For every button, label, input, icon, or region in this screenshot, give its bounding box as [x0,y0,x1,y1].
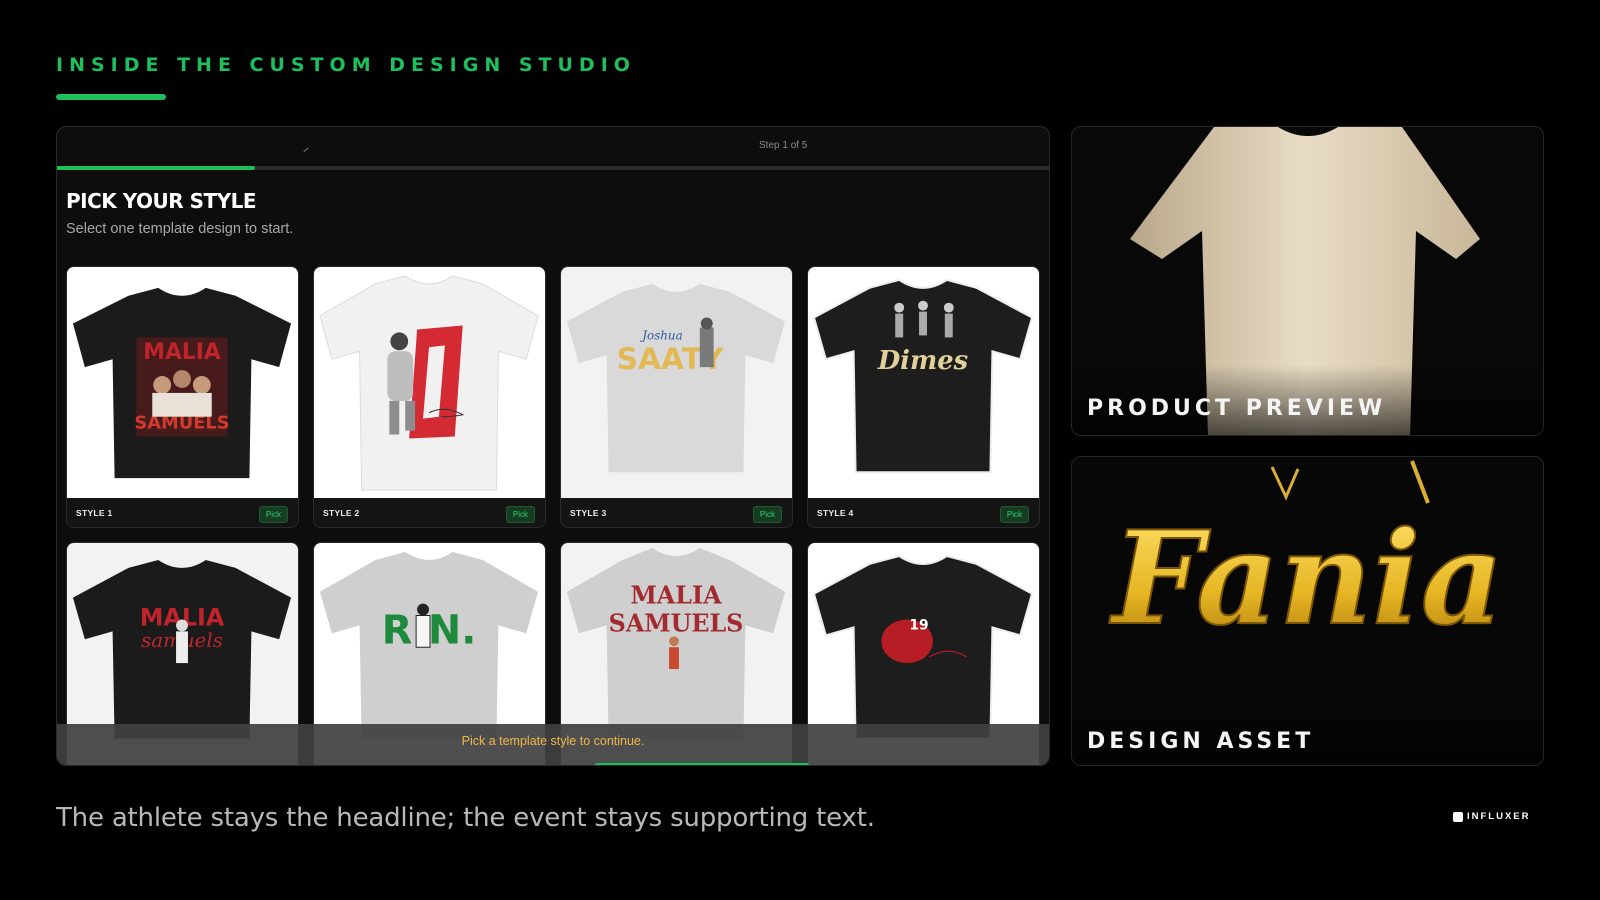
tshirt-black-icon: MALIA SAMUELS [72,287,292,479]
style-card-3[interactable]: SAATY Joshua STYLE 3 Pick [560,266,793,528]
page-headline: INSIDE THE CUSTOM DESIGN STUDIO [56,54,636,76]
headline-underline [56,94,166,100]
wizard-topbar: ⸝ Step 1 of 5 [57,127,1049,167]
style-2-image [314,267,545,498]
style-1-footer: STYLE 1 Pick [67,498,298,527]
style-7-graphic-bottom: SAMUELS [609,609,744,637]
style-3-footer: STYLE 3 Pick [561,498,792,527]
tshirt-gray-icon: SAATY Joshua [566,283,786,473]
brand-name: INFLUXER [1467,811,1531,822]
style-7-graphic-top: MALIA [630,582,722,610]
style-1-graphic-top: MALIA [143,340,221,365]
asset-word: Fania [1109,504,1503,654]
pick-button[interactable]: Pick [999,506,1029,523]
notice-text: Pick a template style to continue. [461,733,645,748]
style-2-footer: STYLE 2 Pick [314,498,545,527]
style-3-image: SAATY Joshua [561,267,792,498]
pick-button[interactable]: Pick [258,506,288,523]
continue-notice: Pick a template style to continue. [57,724,1049,765]
style-4-footer: STYLE 4 Pick [808,498,1039,527]
step-indicator: Step 1 of 5 [759,140,808,151]
style-label: STYLE 1 [76,508,113,518]
style-grid: MALIA SAMUELS STYLE 1 Pick STYLE 2 Pick … [66,266,1042,765]
style-card-4[interactable]: Dimes STYLE 4 Pick [807,266,1040,528]
style-label: STYLE 2 [323,508,360,518]
style-label: STYLE 3 [570,508,607,518]
progress-fill [57,166,256,170]
design-asset-label: DESIGN ASSET [1087,729,1315,754]
product-preview-panel: PRODUCT PREVIEW [1071,126,1544,436]
continue-button[interactable] [594,763,810,765]
style-wizard: ⸝ Step 1 of 5 PICK YOUR STYLE Select one… [56,126,1050,766]
footer-caption: The athlete stays the headline; the even… [56,803,875,833]
design-asset-panel: Fania DESIGN ASSET [1071,456,1544,766]
wizard-subtitle: Select one template design to start. [66,221,294,237]
tshirt-black-icon: Dimes [812,278,1034,474]
wizard-logo-icon: ⸝ [303,142,309,154]
style-8-graphic: 19 [909,617,928,633]
product-preview-label: PRODUCT PREVIEW [1087,396,1387,421]
style-card-2[interactable]: STYLE 2 Pick [313,266,546,528]
style-label: STYLE 4 [817,508,854,518]
style-4-graphic: Dimes [877,346,968,376]
style-card-1[interactable]: MALIA SAMUELS STYLE 1 Pick [66,266,299,528]
style-1-image: MALIA SAMUELS [67,267,298,498]
brand-logo: INFLUXER [1453,811,1531,822]
pick-button[interactable]: Pick [752,506,782,523]
brand-mark-icon [1453,811,1463,822]
style-4-image: Dimes [808,267,1039,498]
tshirt-white-icon [319,275,539,491]
svg-text:Joshua: Joshua [640,328,682,342]
wizard-title: PICK YOUR STYLE [66,189,257,213]
progress-bar [57,166,1049,170]
pick-button[interactable]: Pick [505,506,535,523]
